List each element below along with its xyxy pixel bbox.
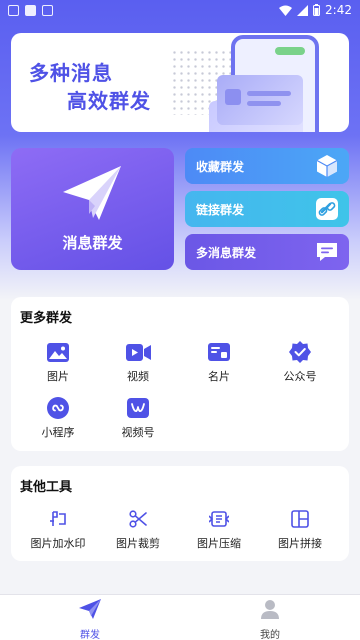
tool-item-compress-label: 图片压缩 <box>197 537 241 550</box>
scissors-icon <box>129 510 147 528</box>
nav-tab-broadcast-label: 群发 <box>80 630 100 640</box>
mini-program-icon <box>47 397 69 419</box>
more-broadcast-title: 更多群发 <box>20 311 73 326</box>
more-item-video[interactable]: 视频 <box>98 341 178 384</box>
message-icon <box>317 243 337 261</box>
message-broadcast-card[interactable]: 消息群发 <box>11 148 174 270</box>
notification-icons <box>8 4 53 16</box>
status-time: 2:42 <box>325 3 352 17</box>
paper-plane-icon <box>63 166 121 220</box>
watermark-icon <box>50 511 66 526</box>
tool-item-watermark-label: 图片加水印 <box>30 537 86 550</box>
more-item-channels-label: 视频号 <box>121 426 155 439</box>
more-item-mini-program-label: 小程序 <box>41 426 75 439</box>
nav-tab-profile[interactable]: 我的 <box>180 599 360 640</box>
system-icons: 2:42 <box>279 3 352 17</box>
banner-card-illustration-front <box>217 75 303 125</box>
favorites-broadcast-label: 收藏群发 <box>196 159 245 174</box>
nav-tab-profile-label: 我的 <box>260 630 280 640</box>
notification-icon <box>25 4 36 16</box>
tool-item-watermark[interactable]: 图片加水印 <box>18 508 98 551</box>
nav-tab-broadcast[interactable]: 群发 <box>0 599 180 640</box>
card-icon <box>208 343 230 361</box>
banner-title-line2: 高效群发 <box>67 89 151 113</box>
tool-item-crop[interactable]: 图片裁剪 <box>98 508 178 551</box>
more-item-official-account-label: 公众号 <box>283 370 317 383</box>
link-broadcast-card[interactable]: 链接群发 <box>185 191 349 227</box>
user-icon <box>261 600 279 619</box>
more-item-video-label: 视频 <box>127 370 149 383</box>
other-tools-panel: 其他工具 图片加水印 图片裁剪 图片压缩 图片拼接 <box>11 466 349 561</box>
wifi-icon <box>279 5 293 16</box>
link-card-icon <box>316 198 338 220</box>
tool-item-compress[interactable]: 图片压缩 <box>179 508 259 551</box>
tool-item-crop-label: 图片裁剪 <box>116 537 160 550</box>
more-item-card-label: 名片 <box>208 370 230 383</box>
multi-message-broadcast-label: 多消息群发 <box>196 245 257 260</box>
banner-chat-bubble <box>275 47 305 55</box>
message-broadcast-label: 消息群发 <box>62 234 123 252</box>
more-item-mini-program[interactable]: 小程序 <box>18 397 98 440</box>
banner-title-line1: 多种消息 <box>29 61 113 85</box>
link-broadcast-label: 链接群发 <box>196 202 245 217</box>
more-item-channels[interactable]: 视频号 <box>98 397 178 440</box>
compress-icon <box>209 511 229 527</box>
tool-item-collage[interactable]: 图片拼接 <box>260 508 340 551</box>
bottom-nav: 群发 我的 <box>0 594 360 640</box>
channels-icon <box>127 398 149 418</box>
cube-icon <box>316 155 338 177</box>
promo-banner[interactable]: 多种消息 高效群发 <box>11 33 349 132</box>
signal-icon <box>297 4 309 16</box>
notification-icon <box>8 4 19 16</box>
more-item-official-account[interactable]: 公众号 <box>260 341 340 384</box>
multi-message-broadcast-card[interactable]: 多消息群发 <box>185 234 349 270</box>
image-icon <box>47 342 69 362</box>
video-icon <box>125 343 151 361</box>
notification-icon <box>42 4 53 16</box>
collage-icon <box>291 510 309 528</box>
more-item-card[interactable]: 名片 <box>179 341 259 384</box>
tool-item-collage-label: 图片拼接 <box>278 537 322 550</box>
verified-icon <box>289 341 311 363</box>
other-tools-title: 其他工具 <box>20 480 73 495</box>
favorites-broadcast-card[interactable]: 收藏群发 <box>185 148 349 184</box>
more-item-image[interactable]: 图片 <box>18 341 98 384</box>
more-item-image-label: 图片 <box>47 370 69 383</box>
paper-plane-icon <box>79 599 101 619</box>
battery-icon <box>313 4 321 16</box>
more-broadcast-panel: 更多群发 图片 视频 名片 公众号 小程序 视频号 <box>11 297 349 451</box>
status-bar: 2:42 <box>0 0 360 20</box>
